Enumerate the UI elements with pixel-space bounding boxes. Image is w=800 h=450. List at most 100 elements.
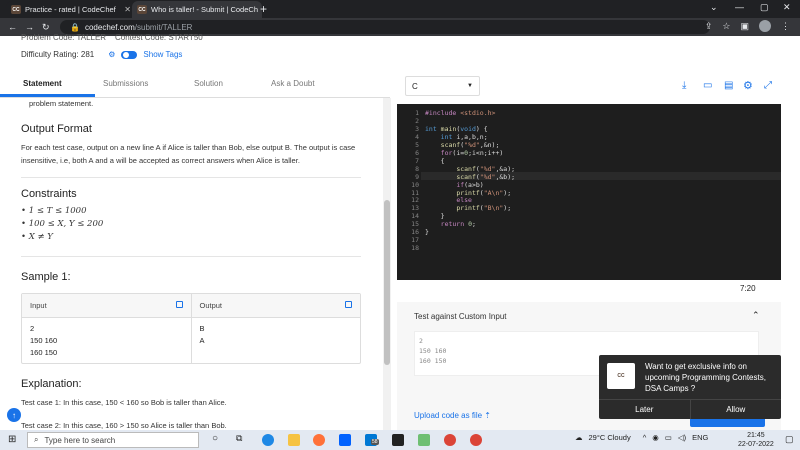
problem-info: Problem Code: TALLER Contest Code: START… [0, 33, 800, 66]
problem-code: Problem Code: TALLER [21, 33, 107, 41]
chevron-up-icon[interactable]: ⌃ [752, 310, 760, 321]
difficulty-rating: Difficulty Rating: 281 [21, 50, 95, 59]
statement-intro: problem statement. [29, 99, 94, 108]
show-tags-label: Show Tags [143, 50, 183, 59]
sample-line: A [199, 336, 205, 345]
url-path: /submit/TALLER [134, 22, 193, 32]
line-numbers: 1 2 3 4 5 6 7 8 9 10 11 12 13 14 15 16 17 18 [397, 109, 421, 254]
new-tab-icon[interactable]: + [260, 2, 267, 16]
avatar[interactable] [759, 20, 771, 32]
battery-icon[interactable]: ▭ [665, 433, 672, 442]
sample-input-label: Input [30, 301, 47, 310]
url-field[interactable]: 🔒 codechef.com/submit/TALLER [60, 20, 710, 34]
gear-icon[interactable]: ⚙ [108, 50, 115, 59]
language-select[interactable]: C ▼ [405, 76, 480, 96]
notification-popup: CC Want to get exclusive info on upcomin… [599, 355, 781, 419]
volume-icon[interactable]: ◁) [678, 433, 686, 442]
forward-icon[interactable]: → [25, 22, 34, 32]
taskbar-search[interactable]: ⌕ Type here to search [27, 432, 199, 448]
tab-ask-a-doubt[interactable]: Ask a Doubt [271, 79, 315, 88]
maximize-icon[interactable]: ▢ [760, 2, 769, 13]
fullscreen-icon[interactable]: ⤢ [764, 80, 772, 91]
cortana-icon[interactable]: ○ [212, 433, 218, 444]
chevron-up-icon[interactable]: ^ [643, 433, 647, 442]
notion-icon[interactable] [392, 434, 404, 446]
explanation-test-case-2: Test case 2: In this case, 160 > 150 so … [21, 421, 227, 430]
language-indicator[interactable]: ENG [692, 433, 708, 442]
copy-icon[interactable] [175, 301, 183, 308]
edge-icon[interactable] [262, 434, 274, 446]
codechef-favicon-icon: CC [11, 5, 21, 14]
line-number: 18 [411, 244, 419, 253]
weather-text[interactable]: 29°C Cloudy [589, 433, 631, 442]
sample-table: Input 2 150 160 160 150 Output B A [21, 293, 361, 364]
minimize-icon[interactable]: — [735, 2, 744, 12]
windows-start-icon[interactable]: ⊞ [8, 434, 16, 445]
mail-icon[interactable]: 58 [365, 434, 379, 446]
constraint-item: • 1 ≤ T ≤ 1000 [21, 206, 87, 216]
task-view-icon[interactable]: ⧉ [236, 433, 242, 444]
share-icon[interactable]: ⇪ [705, 21, 713, 32]
tab-statement[interactable]: Statement [23, 79, 62, 88]
network-icon[interactable]: ◉ [652, 433, 659, 442]
later-button[interactable]: Later [599, 400, 690, 419]
browser-tab[interactable]: CC Practice - rated | CodeChef ✕ [6, 1, 136, 18]
chrome-icon[interactable] [444, 434, 456, 446]
scroll-up-icon[interactable]: ↑ [7, 408, 21, 422]
constraint-item: • X ≠ Y [21, 232, 53, 242]
tab-solution[interactable]: Solution [194, 79, 223, 88]
active-tab-indicator [0, 94, 95, 97]
constraints-heading: Constraints [21, 188, 77, 200]
clock[interactable]: 21:45 22-07-2022 [738, 431, 774, 449]
file-explorer-icon[interactable] [288, 434, 300, 446]
scrollbar-thumb[interactable] [384, 200, 390, 365]
clock-date: 22-07-2022 [738, 441, 774, 448]
language-value: C [412, 81, 418, 91]
reload-icon[interactable]: ↻ [42, 22, 50, 33]
copy-icon[interactable] [345, 301, 352, 308]
upload-icon: ⇡ [484, 411, 491, 420]
star-icon[interactable]: ☆ [722, 21, 730, 32]
allow-button[interactable]: Allow [689, 400, 782, 419]
code-editor[interactable]: 1 2 3 4 5 6 7 8 9 10 11 12 13 14 15 16 17 18 #include <st… [397, 104, 781, 280]
back-icon[interactable]: ← [8, 22, 17, 32]
sample-line: 2 [30, 324, 35, 333]
explanation-test-case-1: Test case 1: In this case, 150 < 160 so … [21, 398, 227, 407]
sample-input: Input 2 150 160 160 150 [22, 294, 191, 363]
window-close-icon[interactable]: ✕ [783, 2, 791, 13]
upload-code-link[interactable]: Upload code as file ⇡ [414, 411, 491, 420]
constraint-item: • 100 ≤ X, Y ≤ 200 [21, 219, 104, 229]
chef-logo-icon: CC [607, 363, 635, 389]
browser-tab-active[interactable]: CC Who is taller! - Submit | CodeCh ✕ [132, 1, 262, 18]
tab-title: Who is taller! - Submit | CodeCh [151, 5, 258, 14]
clock-time: 21:45 [747, 432, 765, 439]
tab-submissions[interactable]: Submissions [103, 79, 148, 88]
contest-code: Contest Code: START50 [114, 33, 203, 41]
settings-icon[interactable]: ⚙ [743, 79, 753, 92]
notifications-icon[interactable]: ▢ [785, 434, 794, 445]
lock-icon: 🔒 [70, 22, 80, 32]
search-icon: ⌕ [34, 435, 39, 444]
problem-statement: problem statement. Output Format For eac… [0, 98, 382, 430]
taskbar-search-placeholder: Type here to search [44, 435, 116, 445]
chrome-icon[interactable] [470, 434, 482, 446]
cloud-icon: ☁ [575, 433, 583, 442]
firefox-icon[interactable] [313, 434, 325, 446]
sample-heading: Sample 1: [21, 271, 71, 283]
dropbox-icon[interactable] [339, 434, 351, 446]
taskbar: ⊞ ⌕ Type here to search ○ ⧉ 58 ☁ 29°C Cl… [0, 430, 800, 450]
chevron-down-icon[interactable]: ⌄ [710, 2, 718, 13]
sample-line: B [199, 324, 205, 333]
save-icon[interactable]: ▤ [724, 80, 733, 91]
codechef-favicon-icon: CC [137, 5, 147, 14]
comment-icon[interactable]: ▭ [703, 80, 712, 91]
close-icon[interactable]: ✕ [124, 5, 131, 14]
show-tags-toggle[interactable] [121, 50, 138, 59]
output-format-text: For each test case, output on a new line… [21, 143, 356, 165]
sample-line: 150 160 [30, 336, 58, 345]
code-text[interactable]: #include <stdio.h> int main(void) { int … [425, 109, 515, 237]
download-icon[interactable]: ⤓ [682, 80, 686, 91]
menu-icon[interactable]: ⋮ [781, 21, 790, 32]
app-icon[interactable] [418, 434, 430, 446]
extensions-icon[interactable]: ▣ [740, 21, 749, 32]
